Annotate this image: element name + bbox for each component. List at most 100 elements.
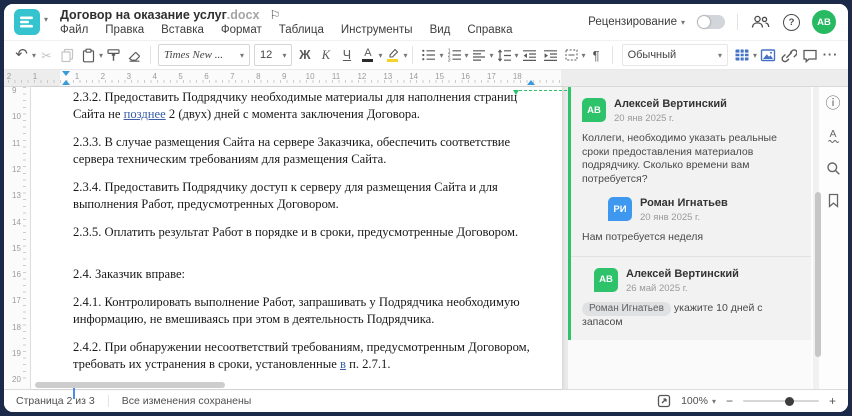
paragraph: 2.3.2. Предоставить Подрядчику необходим… [73, 89, 532, 123]
app-logo-icon[interactable] [14, 9, 40, 35]
right-indent-marker[interactable] [527, 80, 535, 85]
ruler-number: 10 [12, 112, 21, 122]
menu-item-6[interactable]: Инструменты [341, 24, 413, 36]
insert-table-button[interactable] [732, 44, 753, 66]
horizontal-scrollbar[interactable] [33, 381, 560, 388]
comment-thread[interactable]: АВ Алексей Вертинский 26 май 2025 г. Роман … [571, 257, 811, 341]
highlight-button[interactable] [382, 44, 403, 66]
paragraph-style-select[interactable]: Обычный ▾ [621, 44, 728, 66]
vertical-ruler[interactable]: 9 10 11 12 13 14 15 16 17 18 19 20 [4, 86, 31, 389]
bold-button[interactable]: Ж [294, 44, 315, 66]
insert-image-button[interactable] [757, 44, 778, 66]
insert-comment-button[interactable] [799, 44, 820, 66]
italic-button[interactable]: К [315, 44, 336, 66]
review-mode-dropdown[interactable]: Рецензирование ▾ [588, 16, 685, 28]
align-left-button[interactable] [469, 44, 490, 66]
numbered-list-caret-icon[interactable]: ▾ [465, 51, 469, 60]
comment-author: Роман Игнатьев [640, 197, 728, 209]
line-spacing-caret-icon[interactable]: ▾ [515, 51, 519, 60]
comment-text: Нам потребуется неделя [582, 231, 704, 243]
zoom-slider-knob[interactable] [784, 396, 794, 406]
share-users-icon[interactable] [750, 11, 771, 33]
review-toggle[interactable] [697, 15, 725, 29]
ruler-number: 4 [152, 72, 157, 81]
align-caret-icon[interactable]: ▾ [490, 51, 494, 60]
show-marks-button[interactable]: ¶ [586, 44, 607, 66]
table-icon [735, 49, 749, 61]
format-painter-button[interactable] [103, 44, 124, 66]
ruler-number: 11 [12, 138, 21, 148]
menu-item-3[interactable]: Вставка [161, 24, 204, 36]
ruler-number: 11 [331, 72, 341, 81]
ruler-number: 7 [230, 72, 235, 81]
spellcheck-icon[interactable]: А [824, 127, 842, 145]
app-window: ▾ Договор на оказание услуг .docx ⚐ Файл П… [4, 4, 848, 412]
font-color-button[interactable]: А [357, 44, 378, 66]
paragraph: 2.4. Заказчик вправе: [73, 266, 532, 283]
ruler-number: 3 [126, 72, 132, 81]
undo-button[interactable]: ↶ [11, 44, 32, 66]
ruler-number: 14 [12, 217, 21, 227]
highlighter-icon [387, 48, 399, 62]
link-icon [780, 48, 797, 62]
document-page[interactable]: 2.3.2. Предоставить Подрядчику необходим… [31, 87, 562, 399]
help-icon[interactable]: ? [783, 13, 800, 31]
comment-text: Роман Игнатьев укажите 10 дней с запасом [582, 301, 763, 328]
comment-text: Коллеги, необходимо указать реальные сро… [582, 132, 777, 185]
zoom-level-select[interactable]: 100% ▾ [681, 395, 716, 407]
paragraph-borders-button[interactable] [561, 44, 582, 66]
comment-thread[interactable]: АВ Алексей Вертинский 20 янв 2025 г. Коллег… [571, 87, 811, 256]
ruler-number: 1 [74, 72, 80, 81]
left-indent-marker[interactable] [62, 80, 70, 85]
more-tools-button[interactable]: ··· [820, 44, 841, 66]
numbered-list-button[interactable]: 123 [444, 44, 465, 66]
line-spacing-button[interactable] [494, 44, 515, 66]
search-icon[interactable] [824, 159, 842, 177]
ruler-number: 20 [12, 375, 21, 385]
horizontal-ruler[interactable]: 2 1 1 2 3 4 5 6 7 8 9 10 11 12 13 14 15 16 17 18 [4, 70, 848, 87]
underline-button[interactable]: Ч [336, 44, 357, 66]
increase-indent-button[interactable] [540, 44, 561, 66]
comment-meta: Алексей Вертинский 26 май 2025 г. [626, 268, 739, 294]
menu-item-2[interactable]: Правка [105, 24, 144, 36]
user-avatar[interactable]: АВ [812, 10, 836, 34]
bullet-list-caret-icon[interactable]: ▾ [439, 51, 443, 60]
fit-page-icon[interactable] [657, 394, 671, 408]
zoom-in-button[interactable]: + [829, 394, 836, 408]
first-line-indent-marker[interactable] [62, 71, 70, 76]
vertical-scrollbar-thumb[interactable] [815, 192, 821, 357]
decrease-indent-button[interactable] [519, 44, 540, 66]
vertical-scrollbar[interactable] [813, 87, 821, 389]
ruler-number: 17 [486, 72, 496, 81]
chevron-down-icon: ▾ [717, 50, 722, 60]
menu-item-5[interactable]: Таблица [279, 24, 324, 36]
bullet-list-button[interactable] [418, 44, 439, 66]
menu-item-7[interactable]: Вид [430, 24, 451, 36]
font-size-select[interactable]: 12 ▾ [254, 44, 293, 66]
ruler-number: 6 [204, 72, 209, 81]
paragraph-borders-caret-icon[interactable]: ▾ [582, 51, 586, 60]
menu-item-1[interactable]: Файл [60, 24, 88, 36]
paragraph-style-value: Обычный [627, 49, 677, 61]
font-family-select[interactable]: Times New ... ▾ [158, 44, 251, 66]
highlight-caret-icon[interactable]: ▾ [403, 51, 407, 60]
bookmark-icon[interactable] [824, 191, 842, 209]
logo-caret-icon[interactable]: ▾ [44, 15, 48, 24]
menu-item-4[interactable]: Формат [221, 24, 262, 36]
comment-header: РИ Роман Игнатьев 20 янв 2025 г. [608, 186, 801, 223]
chevron-down-icon: ▾ [240, 50, 245, 60]
zoom-out-button[interactable]: − [726, 394, 733, 408]
paste-button[interactable] [78, 44, 99, 66]
ruler-number: 1 [32, 72, 38, 81]
horizontal-scrollbar-thumb[interactable] [35, 382, 225, 388]
info-icon[interactable]: ⓘ [824, 95, 842, 113]
cut-button[interactable]: ✂ [36, 44, 57, 66]
flag-icon[interactable]: ⚐ [269, 8, 280, 22]
copy-button[interactable] [57, 44, 78, 66]
ruler-number: 9 [12, 86, 17, 95]
insert-link-button[interactable] [778, 44, 799, 66]
menu-item-8[interactable]: Справка [467, 24, 512, 36]
clear-format-button[interactable] [124, 44, 145, 66]
zoom-slider[interactable] [742, 396, 819, 406]
paste-icon [82, 48, 95, 62]
